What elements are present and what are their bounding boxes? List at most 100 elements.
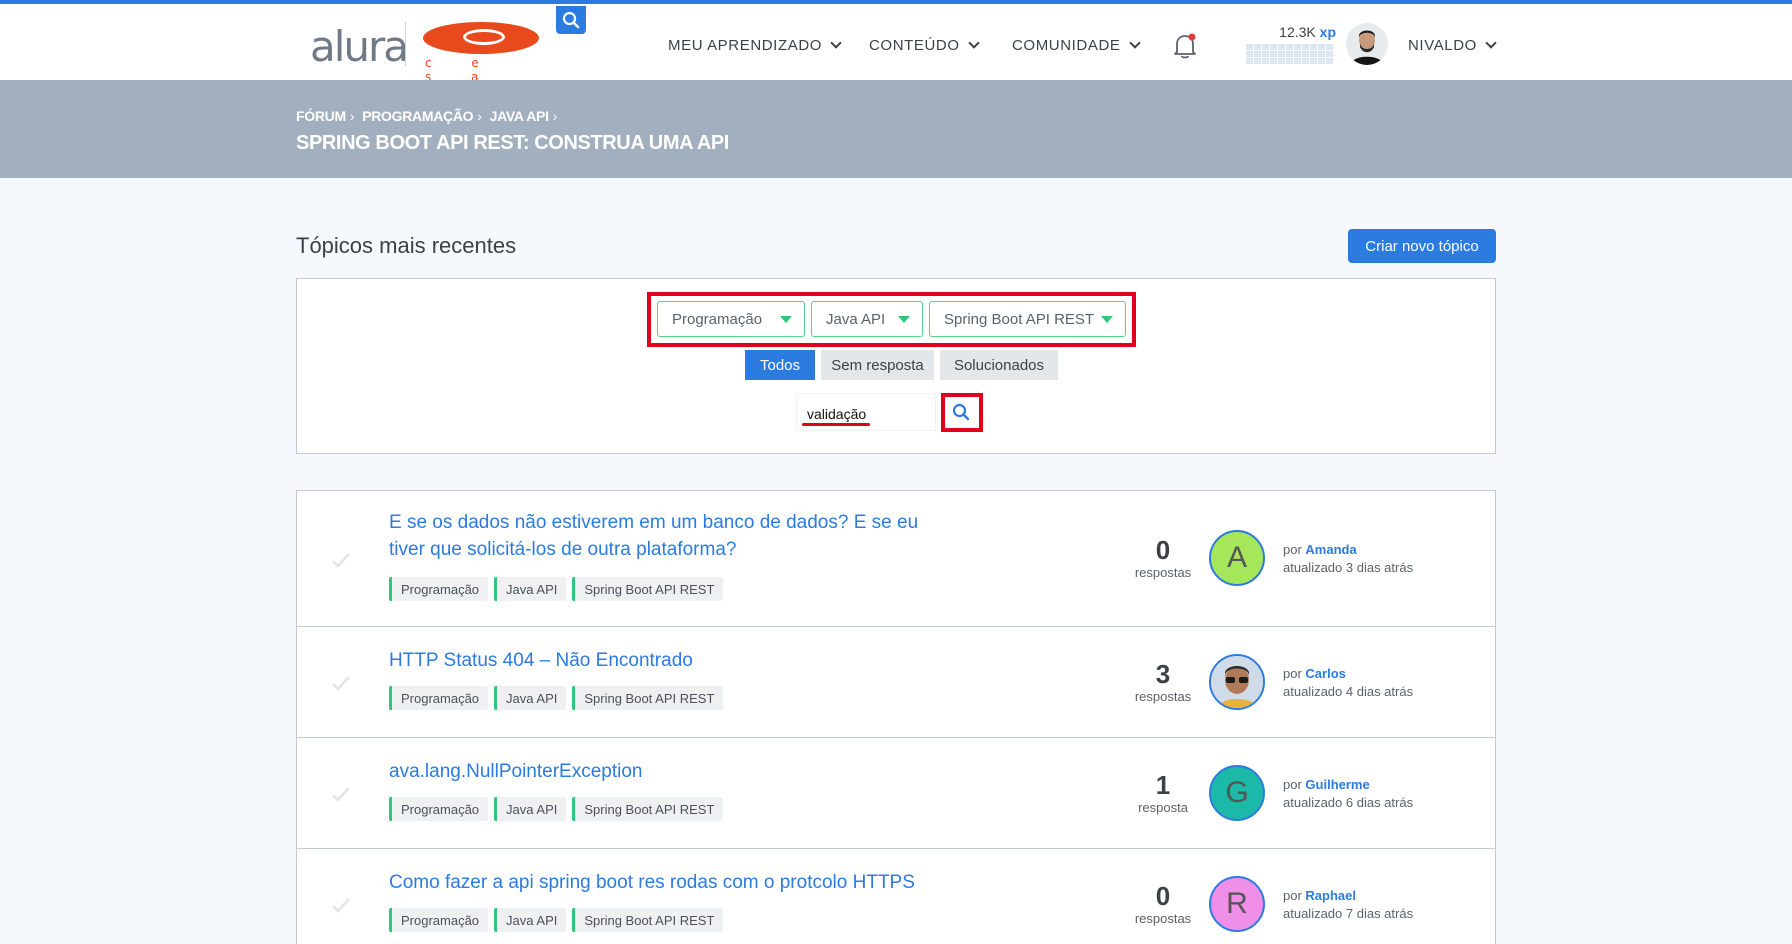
search-icon xyxy=(562,11,580,29)
tag[interactable]: Java API xyxy=(494,577,567,601)
xp-grid-cell xyxy=(1270,44,1277,50)
user-avatar[interactable] xyxy=(1346,23,1388,65)
tab-solucionados[interactable]: Solucionados xyxy=(940,350,1058,380)
highlight-underline xyxy=(802,423,870,426)
xp-unit: xp xyxy=(1319,24,1336,40)
xp-grid-cell xyxy=(1254,51,1261,57)
tag[interactable]: Programação xyxy=(389,797,489,821)
top-navigation-bar: alura c e s a r MEU APRENDIZADO CONTEÚDO… xyxy=(0,0,1792,98)
cesar-logo[interactable]: c e s a r xyxy=(421,20,541,98)
notification-bell-icon[interactable] xyxy=(1172,32,1198,60)
reply-count-label: respostas xyxy=(1134,689,1192,704)
author-link[interactable]: Amanda xyxy=(1305,542,1356,557)
author-link[interactable]: Raphael xyxy=(1305,888,1356,903)
reply-count-number: 1 xyxy=(1155,770,1171,800)
author-link[interactable]: Guilherme xyxy=(1305,777,1369,792)
xp-grid-cell xyxy=(1286,44,1293,50)
nav-conteudo[interactable]: CONTEÚDO xyxy=(869,37,980,54)
author-avatar[interactable]: R xyxy=(1209,876,1265,932)
tag[interactable]: Java API xyxy=(494,686,567,710)
tag[interactable]: Spring Boot API REST xyxy=(572,908,724,932)
author-link[interactable]: Carlos xyxy=(1305,666,1345,681)
xp-grid-cell xyxy=(1262,58,1269,64)
topic-title-link[interactable]: E se os dados não estiverem em um banco … xyxy=(389,509,929,563)
select-value: Spring Boot API REST xyxy=(944,310,1095,328)
xp-grid-cell xyxy=(1246,44,1253,50)
avatar-letter: G xyxy=(1225,776,1249,809)
search-icon xyxy=(952,403,970,421)
reply-count: 3 respostas xyxy=(1127,659,1199,704)
tag[interactable]: Spring Boot API REST xyxy=(572,797,724,821)
tag[interactable]: Spring Boot API REST xyxy=(572,577,724,601)
xp-counter[interactable]: 12.3K xp xyxy=(1246,24,1336,40)
xp-grid-cell xyxy=(1278,51,1285,57)
author-info: por Carlos atualizado 4 dias atrás xyxy=(1283,665,1413,701)
nav-comunidade[interactable]: COMUNIDADE xyxy=(1012,37,1141,54)
alura-logo[interactable]: alura xyxy=(310,22,409,71)
tab-sem-resposta[interactable]: Sem resposta xyxy=(821,350,934,380)
author-avatar[interactable]: G xyxy=(1209,765,1265,821)
tag[interactable]: Programação xyxy=(389,908,489,932)
breadcrumb-separator: › xyxy=(552,108,558,124)
user-menu[interactable]: NIVALDO xyxy=(1408,37,1497,54)
create-topic-button[interactable]: Criar novo tópico xyxy=(1348,229,1496,263)
xp-value: 12.3K xyxy=(1279,24,1316,40)
xp-grid-cell xyxy=(1270,58,1277,64)
chevron-down-icon xyxy=(1128,37,1141,49)
xp-grid-cell xyxy=(1302,51,1309,57)
tag[interactable]: Programação xyxy=(389,686,489,710)
xp-grid-cell xyxy=(1302,58,1309,64)
xp-grid-cell xyxy=(1310,58,1317,64)
breadcrumb-programacao[interactable]: PROGRAMAÇÃO xyxy=(362,108,473,124)
reply-count-number: 3 xyxy=(1155,659,1171,689)
dropdown-arrow-icon xyxy=(898,316,910,323)
topic-row[interactable]: HTTP Status 404 – Não Encontrado Program… xyxy=(296,626,1496,738)
nav-label: COMUNIDADE xyxy=(1012,37,1121,54)
nav-label: MEU APRENDIZADO xyxy=(668,37,823,54)
by-label: por xyxy=(1283,542,1302,557)
reply-count: 0 respostas xyxy=(1127,535,1199,580)
topic-search-button[interactable] xyxy=(944,396,978,428)
subcategory-select[interactable]: Java API xyxy=(811,301,923,337)
xp-grid-cell xyxy=(1278,44,1285,50)
xp-grid-cell xyxy=(1318,51,1325,57)
nav-meu-aprendizado[interactable]: MEU APRENDIZADO xyxy=(668,37,842,54)
nav-label: CONTEÚDO xyxy=(869,37,960,54)
xp-grid-cell xyxy=(1294,58,1301,64)
author-avatar[interactable]: A xyxy=(1209,530,1265,586)
header-search-button[interactable] xyxy=(556,6,586,34)
topic-title-link[interactable]: HTTP Status 404 – Não Encontrado xyxy=(389,647,929,674)
author-avatar[interactable] xyxy=(1209,654,1265,710)
tag[interactable]: Java API xyxy=(494,908,567,932)
tab-todos[interactable]: Todos xyxy=(745,350,815,380)
reply-count-label: resposta xyxy=(1138,800,1188,815)
category-select[interactable]: Programação xyxy=(657,301,805,337)
tag[interactable]: Java API xyxy=(494,797,567,821)
avatar-letter: A xyxy=(1226,541,1247,574)
tag[interactable]: Spring Boot API REST xyxy=(572,686,724,710)
check-icon xyxy=(332,898,350,913)
xp-grid-cell xyxy=(1302,44,1309,50)
course-select[interactable]: Spring Boot API REST xyxy=(929,301,1126,337)
section-title: Tópicos mais recentes xyxy=(296,233,517,258)
check-icon xyxy=(332,787,350,802)
breadcrumb-separator: › xyxy=(349,108,355,124)
xp-grid-cell xyxy=(1270,51,1277,57)
topic-row[interactable]: ava.lang.NullPointerException Programaçã… xyxy=(296,737,1496,849)
topic-row[interactable]: E se os dados não estiverem em um banco … xyxy=(296,490,1496,627)
topic-title-link[interactable]: ava.lang.NullPointerException xyxy=(389,758,929,785)
xp-activity-grid xyxy=(1246,44,1334,68)
reply-count: 1 resposta xyxy=(1127,770,1199,815)
check-icon xyxy=(332,676,350,691)
chevron-down-icon xyxy=(967,37,980,49)
topic-tags: Programação Java API Spring Boot API RES… xyxy=(389,797,724,821)
topic-title-link[interactable]: Como fazer a api spring boot res rodas c… xyxy=(389,869,989,896)
breadcrumb-java-api[interactable]: JAVA API xyxy=(490,108,549,124)
check-icon xyxy=(332,553,350,568)
tag[interactable]: Programação xyxy=(389,577,489,601)
select-value: Programação xyxy=(672,310,763,328)
xp-grid-cell xyxy=(1326,51,1333,57)
topic-row[interactable]: Como fazer a api spring boot res rodas c… xyxy=(296,848,1496,944)
breadcrumb-forum[interactable]: FÓRUM xyxy=(296,108,346,124)
xp-grid-cell xyxy=(1286,58,1293,64)
